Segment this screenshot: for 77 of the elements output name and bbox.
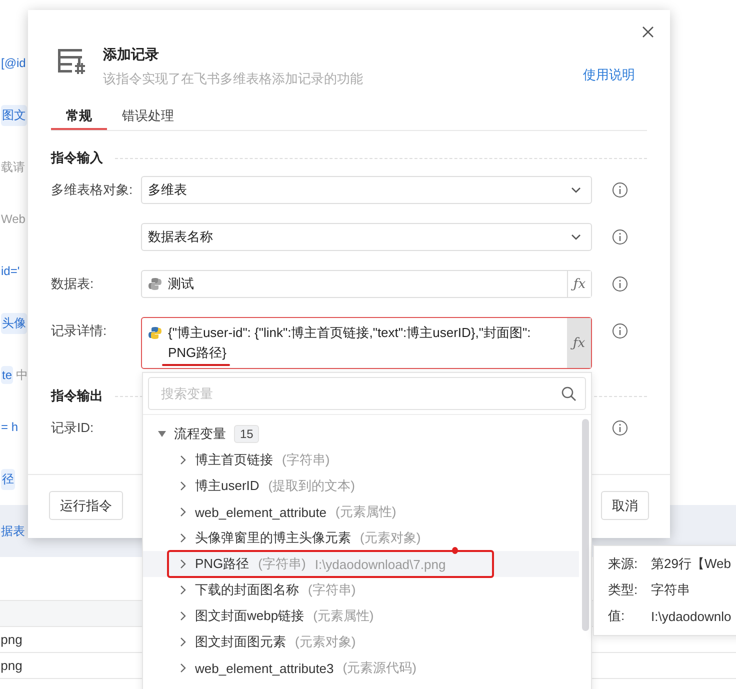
file-name: .png xyxy=(0,658,22,673)
close-button[interactable] xyxy=(642,26,654,38)
variable-item[interactable]: 头像弹窗里的博主头像元素 (元素对象) xyxy=(143,525,579,551)
expression-field[interactable]: 测试 ƒx xyxy=(141,270,592,298)
search-field[interactable]: 搜索变量 xyxy=(148,377,586,410)
field-label: 多维表格对象: xyxy=(51,182,133,197)
tooltip-label: 值: xyxy=(608,607,626,625)
chevron-right-icon xyxy=(180,559,186,569)
section-title: 指令输出 xyxy=(51,387,103,405)
variable-item[interactable]: 图文封面webp链接 (元素属性) xyxy=(143,603,579,629)
chevron-right-icon xyxy=(180,455,186,465)
chevron-right-icon xyxy=(180,611,186,621)
chevron-right-icon xyxy=(180,585,186,595)
dialog-subtitle: 该指令实现了在飞书多维表格添加记录的功能 xyxy=(103,70,364,88)
expression-field[interactable]: {"博主user-id": {"link":博主首页链接,"text":博主userID},"封面图": PNG路径} ƒx xyxy=(141,317,592,369)
variable-item[interactable]: web_element_attribute (元素属性) xyxy=(143,499,579,525)
tooltip-label: 类型: xyxy=(608,581,639,599)
chevron-right-icon xyxy=(180,637,186,647)
variable-tag: 径 xyxy=(1,468,15,490)
field-label: 记录ID: xyxy=(51,420,94,435)
cancel-button[interactable]: 取消 xyxy=(601,491,649,520)
tree-group[interactable]: 流程变量 15 xyxy=(143,421,591,447)
field-label: 数据表: xyxy=(51,276,94,291)
tooltip-value: 第29行【Web xyxy=(651,555,731,573)
table-icon xyxy=(57,46,85,74)
variable-tag: te xyxy=(1,366,14,384)
info-icon xyxy=(612,276,628,292)
variable-tag: 图文 xyxy=(1,104,27,126)
variable-item[interactable]: 博主首页链接 (字符串) xyxy=(143,447,579,473)
code-text: [@id xyxy=(1,56,26,70)
code-text: id=' xyxy=(1,264,20,278)
code-text: 据表 xyxy=(1,522,25,540)
section-title: 指令输入 xyxy=(51,149,103,167)
tooltip-value: I:\ydaodownlo xyxy=(651,608,732,624)
file-name: .png xyxy=(0,632,22,647)
tooltip-value: 字符串 xyxy=(651,581,690,599)
chevron-right-icon xyxy=(180,481,186,491)
chevron-right-icon xyxy=(180,533,186,543)
select-field[interactable]: 数据表名称 xyxy=(141,223,592,251)
variable-item[interactable]: 图文封面图元素 (元素对象) xyxy=(143,629,579,655)
variable-item[interactable]: 下载的封面图名称 (字符串) xyxy=(143,577,579,603)
chevron-right-icon xyxy=(180,663,186,673)
chevron-down-icon xyxy=(571,234,581,240)
info-icon xyxy=(612,420,628,436)
variable-tag: 头像 xyxy=(1,312,27,334)
info-icon xyxy=(612,229,628,245)
annotation-dot xyxy=(452,547,458,554)
help-link[interactable]: 使用说明 xyxy=(583,66,635,84)
field-label: 记录详情: xyxy=(51,323,107,338)
run-button[interactable]: 运行指令 xyxy=(49,491,123,520)
triangle-down-icon xyxy=(158,431,166,437)
code-text: Web xyxy=(1,212,26,226)
select-field[interactable]: 多维表 xyxy=(141,176,592,204)
formula-button[interactable]: ƒx xyxy=(567,318,591,368)
variable-item[interactable]: 博主userID (提取到的文本) xyxy=(143,473,579,499)
code-text: = h xyxy=(1,420,18,434)
search-input[interactable]: 搜索变量 xyxy=(159,385,561,402)
tab[interactable]: 常规 xyxy=(51,104,107,130)
code-text: 中 xyxy=(16,366,28,384)
tab[interactable]: 错误处理 xyxy=(107,104,189,130)
python-icon xyxy=(148,326,162,340)
close-icon xyxy=(642,26,654,38)
search-icon xyxy=(561,386,577,402)
code-text: 载请 xyxy=(1,158,25,176)
tooltip-label: 来源: xyxy=(608,555,639,573)
dialog-title: 添加记录 xyxy=(103,46,160,64)
expression-text: {"博主user-id": {"link":博主首页链接,"text":博主userID},"封面图": PNG路径} xyxy=(168,324,532,362)
chevron-down-icon xyxy=(571,187,581,193)
info-icon xyxy=(612,323,628,339)
info-icon xyxy=(612,182,628,198)
expression-text: 测试 xyxy=(168,275,194,293)
python-icon xyxy=(148,277,162,291)
variable-item[interactable]: web_element_attribute3 (元素源代码) xyxy=(143,655,579,681)
chevron-right-icon xyxy=(180,507,186,517)
formula-button[interactable]: ƒx xyxy=(567,271,591,297)
scrollbar[interactable] xyxy=(582,419,589,631)
count-badge: 15 xyxy=(234,425,260,443)
